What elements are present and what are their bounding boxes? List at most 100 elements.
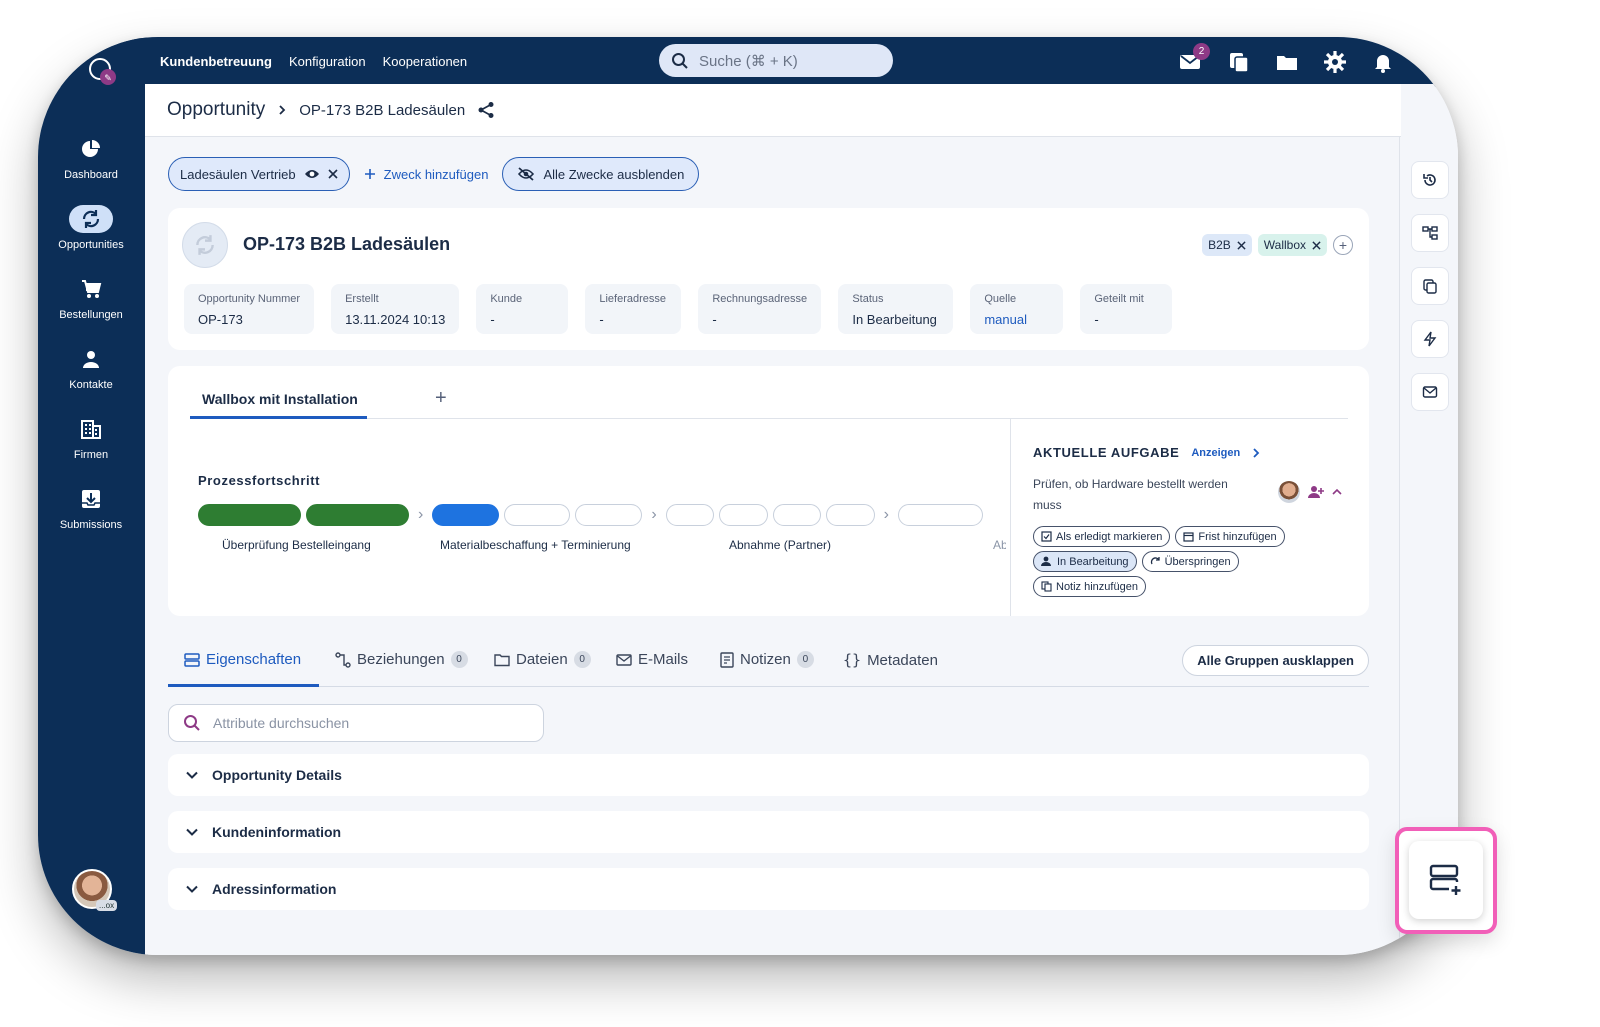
add-tag-button[interactable]: + bbox=[1333, 235, 1353, 255]
copy-icon[interactable] bbox=[1411, 267, 1449, 305]
action-label: Überspringen bbox=[1164, 555, 1231, 568]
step-segment-open[interactable] bbox=[665, 504, 714, 526]
field-label: Rechnungsadresse bbox=[712, 293, 808, 305]
step-segment-open[interactable] bbox=[504, 504, 571, 526]
field-status[interactable]: Status In Bearbeitung bbox=[838, 284, 954, 334]
chevron-down-icon bbox=[186, 771, 198, 779]
sidebar-item-label: Dashboard bbox=[64, 169, 118, 181]
chevron-right-icon: › bbox=[418, 506, 424, 523]
group-adressinformation[interactable]: Adressinformation bbox=[168, 868, 1369, 910]
lightning-icon[interactable] bbox=[1411, 320, 1449, 358]
sidebar-item-opportunities[interactable]: Opportunities bbox=[38, 193, 144, 263]
copy-icon[interactable] bbox=[1226, 49, 1252, 75]
sidebar-item-bestellungen[interactable]: Bestellungen bbox=[38, 263, 144, 333]
chevron-up-icon[interactable] bbox=[1332, 488, 1342, 496]
field-value[interactable]: manual bbox=[984, 312, 1049, 327]
global-search[interactable]: Suche (⌘ + K) bbox=[659, 44, 893, 77]
side-nav: Dashboard Opportunities Bestellungen Kon… bbox=[38, 123, 144, 543]
sidebar-item-firmen[interactable]: Firmen bbox=[38, 403, 144, 473]
field-label: Lieferadresse bbox=[599, 293, 666, 305]
tab-dateien[interactable]: Dateien 0 bbox=[494, 651, 591, 668]
refresh-icon bbox=[196, 235, 214, 255]
mark-done-button[interactable]: Als erledigt markieren bbox=[1033, 526, 1171, 547]
task-show-link[interactable]: Anzeigen bbox=[1191, 447, 1240, 459]
tag-b2b[interactable]: B2B bbox=[1202, 234, 1252, 256]
tag-wallbox[interactable]: Wallbox bbox=[1257, 234, 1327, 256]
count-badge: 0 bbox=[796, 651, 814, 668]
gear-icon[interactable] bbox=[1322, 49, 1348, 75]
search-icon bbox=[184, 715, 200, 731]
redo-icon bbox=[1150, 557, 1160, 565]
history-icon[interactable] bbox=[1411, 161, 1449, 199]
plus-icon bbox=[364, 169, 375, 179]
close-icon[interactable] bbox=[1237, 240, 1246, 250]
hierarchy-icon[interactable] bbox=[1411, 214, 1449, 252]
add-note-button[interactable]: Notiz hinzufügen bbox=[1033, 576, 1146, 597]
skip-button[interactable]: Überspringen bbox=[1141, 551, 1239, 572]
share-icon[interactable] bbox=[477, 101, 495, 119]
step-segment-done[interactable] bbox=[306, 504, 409, 526]
mail-icon[interactable] bbox=[1411, 373, 1449, 411]
sidebar-item-label: Submissions bbox=[59, 519, 123, 531]
field-rechnungsadresse[interactable]: Rechnungsadresse - bbox=[698, 284, 822, 334]
person-icon bbox=[1041, 556, 1051, 566]
field-lieferadresse[interactable]: Lieferadresse - bbox=[585, 284, 682, 334]
step-segment-open[interactable] bbox=[772, 504, 821, 526]
action-label: In Bearbeitung bbox=[1057, 555, 1129, 568]
close-icon[interactable] bbox=[328, 169, 338, 179]
tab-eigenschaften[interactable]: Eigenschaften bbox=[184, 651, 301, 668]
breadcrumb-root[interactable]: Opportunity bbox=[167, 99, 265, 121]
breadcrumb: Opportunity OP-173 B2B Ladesäulen bbox=[145, 84, 1401, 137]
nav-konfiguration[interactable]: Konfiguration bbox=[289, 54, 366, 69]
expand-all-groups-button[interactable]: Alle Gruppen ausklappen bbox=[1182, 645, 1369, 676]
purpose-chip[interactable]: Ladesäulen Vertrieb bbox=[168, 157, 350, 191]
field-list: Opportunity Nummer OP-173 Erstellt 13.11.2… bbox=[184, 284, 1173, 334]
app-logo[interactable]: ✎ bbox=[86, 55, 118, 87]
step-segment-open[interactable] bbox=[718, 504, 768, 526]
svg-text:✎: ✎ bbox=[104, 74, 112, 84]
group-opportunity-details[interactable]: Opportunity Details bbox=[168, 754, 1369, 796]
step-segment-open[interactable] bbox=[897, 504, 983, 526]
sidebar-item-submissions[interactable]: Submissions bbox=[38, 473, 144, 543]
tab-metadaten[interactable]: {} Metadaten bbox=[843, 651, 938, 669]
mail-icon[interactable]: 2 bbox=[1178, 43, 1210, 75]
hide-all-purposes-button[interactable]: Alle Zwecke ausblenden bbox=[502, 157, 700, 191]
add-process-tab-button[interactable]: + bbox=[435, 387, 447, 410]
sidebar-item-label: Firmen bbox=[73, 449, 109, 461]
field-kunde[interactable]: Kunde - bbox=[476, 284, 569, 334]
tab-label: Metadaten bbox=[867, 651, 938, 669]
folder-icon[interactable] bbox=[1274, 49, 1300, 75]
mail-badge: 2 bbox=[1193, 43, 1210, 60]
in-progress-button[interactable]: In Bearbeitung bbox=[1033, 551, 1137, 572]
step-segment-done[interactable] bbox=[198, 504, 301, 526]
add-purpose-button[interactable]: Zweck hinzufügen bbox=[360, 167, 493, 182]
bell-icon[interactable] bbox=[1370, 49, 1396, 75]
nav-kooperationen[interactable]: Kooperationen bbox=[383, 54, 468, 69]
tab-e-mails[interactable]: E-Mails bbox=[616, 651, 688, 668]
sidebar-item-dashboard[interactable]: Dashboard bbox=[38, 123, 144, 193]
avatar[interactable] bbox=[1278, 481, 1300, 503]
top-icons: 2 bbox=[1178, 43, 1396, 75]
nav-kundenbetreuung[interactable]: Kundenbetreuung bbox=[160, 54, 272, 69]
tag-label: Wallbox bbox=[1263, 238, 1306, 252]
eye-icon[interactable] bbox=[304, 168, 320, 180]
chevron-right-icon[interactable] bbox=[1252, 447, 1260, 459]
field-geteilt-mit[interactable]: Geteilt mit - bbox=[1080, 284, 1173, 334]
step-segment-open[interactable] bbox=[825, 504, 875, 526]
close-icon[interactable] bbox=[1312, 240, 1321, 250]
tab-notizen[interactable]: Notizen 0 bbox=[720, 651, 814, 668]
tab-wallbox-mit-installation[interactable]: Wallbox mit Installation bbox=[190, 391, 367, 407]
attribute-search-input[interactable]: Attribute durchsuchen bbox=[168, 704, 544, 742]
step-segment-open[interactable] bbox=[575, 504, 643, 526]
person-add-icon[interactable] bbox=[1308, 485, 1324, 499]
add-deadline-button[interactable]: Frist hinzufügen bbox=[1175, 526, 1285, 547]
field-value: - bbox=[599, 312, 604, 327]
tab-beziehungen[interactable]: Beziehungen 0 bbox=[335, 651, 468, 668]
sidebar-item-kontakte[interactable]: Kontakte bbox=[38, 333, 144, 403]
field-label: Geteilt mit bbox=[1094, 293, 1144, 305]
progress-label: Prozessfortschritt bbox=[198, 473, 321, 488]
step-segment-current[interactable] bbox=[432, 504, 500, 526]
group-kundeninformation[interactable]: Kundeninformation bbox=[168, 811, 1369, 853]
add-row-button[interactable] bbox=[1409, 841, 1483, 919]
process-tabs: Wallbox mit Installation + bbox=[190, 366, 1348, 419]
